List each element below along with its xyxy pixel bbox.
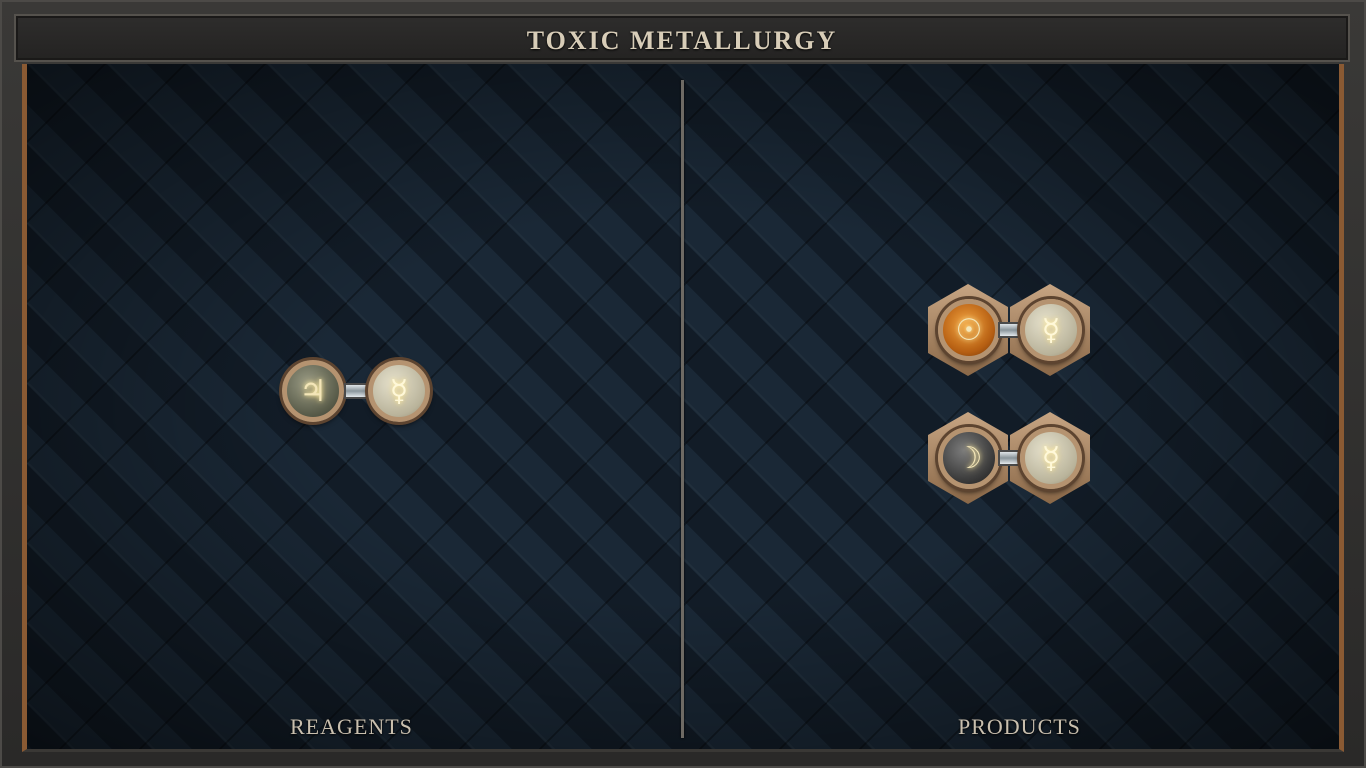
- quicksilver-atom: ☿: [1020, 427, 1082, 489]
- title-bar: TOXIC METALLURGY: [14, 14, 1350, 62]
- bond-connector: [344, 383, 370, 399]
- puzzle-title: TOXIC METALLURGY: [526, 26, 838, 55]
- products-label: PRODUCTS: [958, 714, 1081, 739]
- silver-symbol-icon: ☽: [955, 440, 983, 476]
- quicksilver-symbol-icon: ☿: [1041, 312, 1061, 348]
- tin-atom: ♃: [282, 360, 344, 422]
- quicksilver-symbol-icon: ☿: [1041, 440, 1061, 476]
- quicksilver-atom: ☿: [368, 360, 430, 422]
- gold-atom: ☉: [938, 299, 1000, 361]
- reagents-label: REAGENTS: [290, 714, 413, 739]
- product-molecule-silver[interactable]: ☽ ☿: [928, 410, 1098, 506]
- product-molecule-gold[interactable]: ☉ ☿: [928, 282, 1098, 378]
- reagent-molecule[interactable]: ♃ ☿: [278, 350, 438, 430]
- gold-symbol-icon: ☉: [955, 312, 983, 348]
- panel-divider: [681, 80, 684, 738]
- quicksilver-atom: ☿: [1020, 299, 1082, 361]
- tin-symbol-icon: ♃: [299, 373, 327, 409]
- silver-atom: ☽: [938, 427, 1000, 489]
- quicksilver-symbol-icon: ☿: [389, 373, 409, 409]
